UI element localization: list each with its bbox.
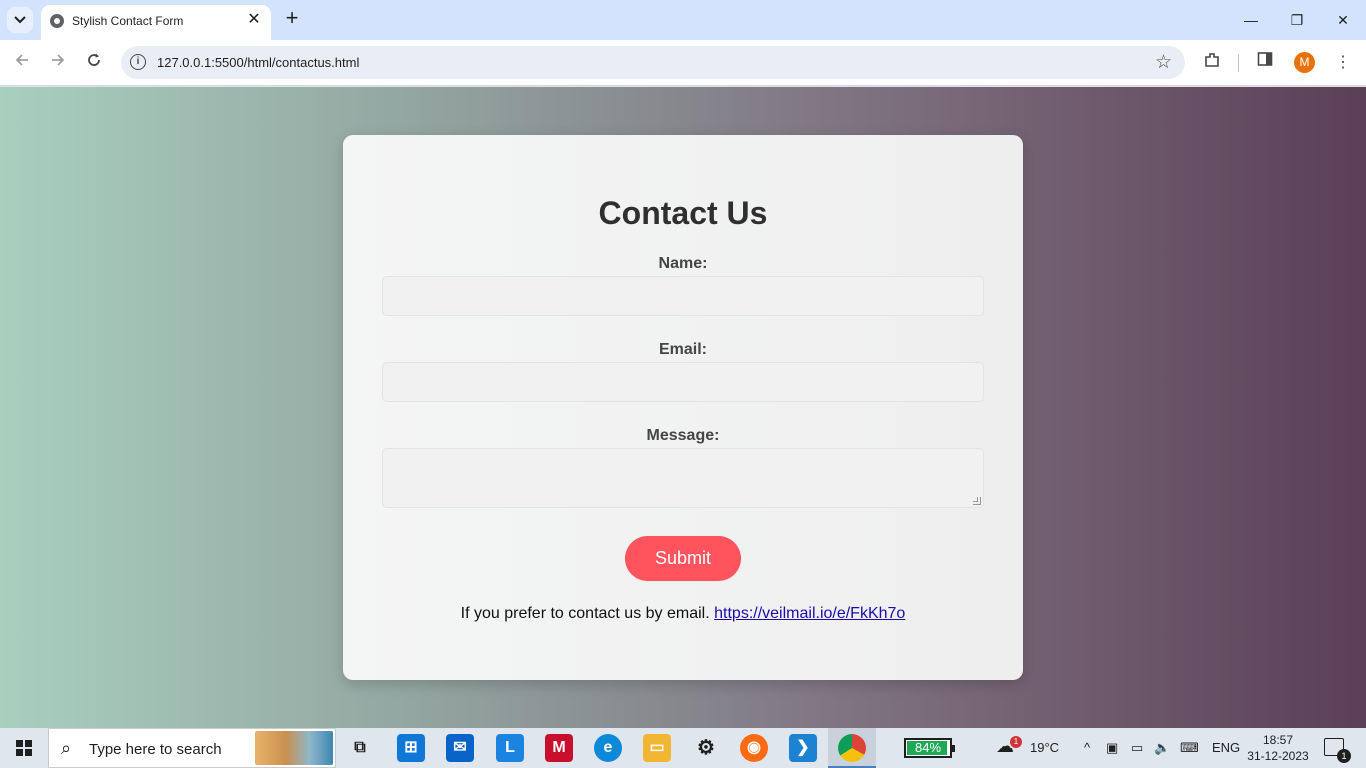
mcafee-icon[interactable]: M bbox=[545, 734, 573, 762]
search-highlight-image[interactable] bbox=[255, 731, 333, 765]
browser-tab-strip: Stylish Contact Form ✕ + — ❐ ✕ bbox=[0, 0, 1366, 40]
start-button[interactable] bbox=[0, 728, 48, 768]
tab-title: Stylish Contact Form bbox=[72, 14, 184, 28]
notification-center-icon[interactable]: 1 bbox=[1324, 738, 1351, 763]
reload-icon bbox=[88, 53, 100, 66]
side-panel-icon[interactable] bbox=[1253, 51, 1277, 75]
task-view-icon[interactable]: ⧉ bbox=[346, 734, 374, 762]
address-bar[interactable]: i 127.0.0.1:5500/html/contactus.html ☆ bbox=[121, 46, 1185, 79]
tab-close-button[interactable]: ✕ bbox=[245, 11, 263, 29]
name-label: Name: bbox=[658, 255, 708, 272]
volume-icon[interactable]: 🔈 bbox=[1154, 740, 1170, 756]
mail-icon[interactable]: ✉ bbox=[446, 734, 474, 762]
battery-percent: 84% bbox=[914, 740, 942, 755]
name-field[interactable] bbox=[382, 276, 984, 316]
keyboard-icon[interactable]: ⌨ bbox=[1180, 740, 1199, 756]
menu-kebab-icon[interactable]: ⋮ bbox=[1331, 51, 1355, 75]
browser-toolbar: i 127.0.0.1:5500/html/contactus.html ☆ M… bbox=[0, 40, 1366, 86]
vs-code-icon[interactable]: ❯ bbox=[789, 734, 817, 762]
clock-time: 18:57 bbox=[1262, 733, 1294, 747]
notification-count: 1 bbox=[1337, 749, 1351, 763]
network-icon[interactable]: ▣ bbox=[1106, 740, 1118, 756]
chrome-taskbar-button[interactable] bbox=[828, 728, 876, 768]
microsoft-store-icon[interactable]: ⊞ bbox=[397, 734, 425, 762]
page-title: Contact Us bbox=[598, 195, 768, 231]
chevron-up-icon[interactable]: ^ bbox=[1084, 740, 1090, 755]
tab-search-button[interactable] bbox=[7, 7, 33, 33]
system-clock[interactable]: 18:57 31-12-2023 bbox=[1246, 732, 1310, 764]
email-note: If you prefer to contact us by email. ht… bbox=[343, 605, 1023, 623]
search-placeholder[interactable]: Type here to search bbox=[89, 741, 222, 758]
arrow-right-icon bbox=[52, 54, 65, 66]
browser-tab-active[interactable]: Stylish Contact Form ✕ bbox=[41, 5, 271, 40]
windows-taskbar: ⌕ Type here to search ⧉ ⊞ ✉ L M e ▭ ⚙ ◉ … bbox=[0, 728, 1366, 768]
toolbar-divider bbox=[1238, 54, 1239, 72]
forward-button[interactable] bbox=[46, 51, 70, 75]
windows-logo-icon bbox=[16, 740, 32, 756]
language-indicator[interactable]: ENG bbox=[1212, 740, 1240, 755]
back-button[interactable] bbox=[10, 51, 34, 75]
chevron-down-icon bbox=[14, 16, 26, 24]
new-tab-button[interactable]: + bbox=[281, 7, 303, 30]
resize-handle-icon[interactable] bbox=[973, 497, 981, 505]
email-note-text: If you prefer to contact us by email. bbox=[460, 605, 710, 622]
settings-gear-icon[interactable]: ⚙ bbox=[692, 734, 720, 762]
email-link[interactable]: https://veilmail.io/e/FkKh7o bbox=[714, 605, 905, 622]
message-field[interactable] bbox=[382, 448, 984, 508]
email-label: Email: bbox=[658, 341, 707, 358]
restore-button[interactable]: ❐ bbox=[1282, 8, 1312, 32]
url-text[interactable]: 127.0.0.1:5500/html/contactus.html bbox=[157, 55, 359, 70]
bookmark-star-icon[interactable]: ☆ bbox=[1155, 51, 1172, 74]
search-icon: ⌕ bbox=[61, 738, 72, 758]
chrome-icon bbox=[838, 734, 866, 762]
page-background: Contact Us Name: Email: Message: Submit … bbox=[0, 87, 1366, 728]
arrow-left-icon bbox=[15, 54, 28, 66]
message-label: Message: bbox=[646, 427, 720, 444]
weather-temp[interactable]: 19°C bbox=[1030, 740, 1059, 755]
site-info-icon[interactable]: i bbox=[130, 54, 146, 70]
contact-card: Contact Us Name: Email: Message: Submit … bbox=[343, 135, 1023, 680]
submit-button[interactable]: Submit bbox=[625, 536, 741, 581]
battery-tray-icon[interactable]: ▭ bbox=[1131, 740, 1143, 756]
minimize-button[interactable]: — bbox=[1236, 8, 1266, 32]
taskbar-search[interactable]: ⌕ Type here to search bbox=[48, 728, 336, 768]
extensions-icon[interactable] bbox=[1200, 51, 1224, 75]
reload-button[interactable] bbox=[82, 51, 106, 75]
globe-icon bbox=[50, 14, 64, 28]
edge-icon[interactable]: e bbox=[594, 734, 622, 762]
file-explorer-icon[interactable]: ▭ bbox=[643, 734, 671, 762]
email-field[interactable] bbox=[382, 362, 984, 402]
firefox-icon[interactable]: ◉ bbox=[740, 734, 768, 762]
profile-avatar[interactable]: M bbox=[1294, 52, 1315, 73]
close-window-button[interactable]: ✕ bbox=[1328, 8, 1358, 32]
weather-badge: 1 bbox=[1010, 736, 1022, 748]
clock-date: 31-12-2023 bbox=[1247, 749, 1309, 763]
battery-indicator[interactable]: 84% bbox=[904, 738, 955, 758]
launcher-l-icon[interactable]: L bbox=[496, 734, 524, 762]
